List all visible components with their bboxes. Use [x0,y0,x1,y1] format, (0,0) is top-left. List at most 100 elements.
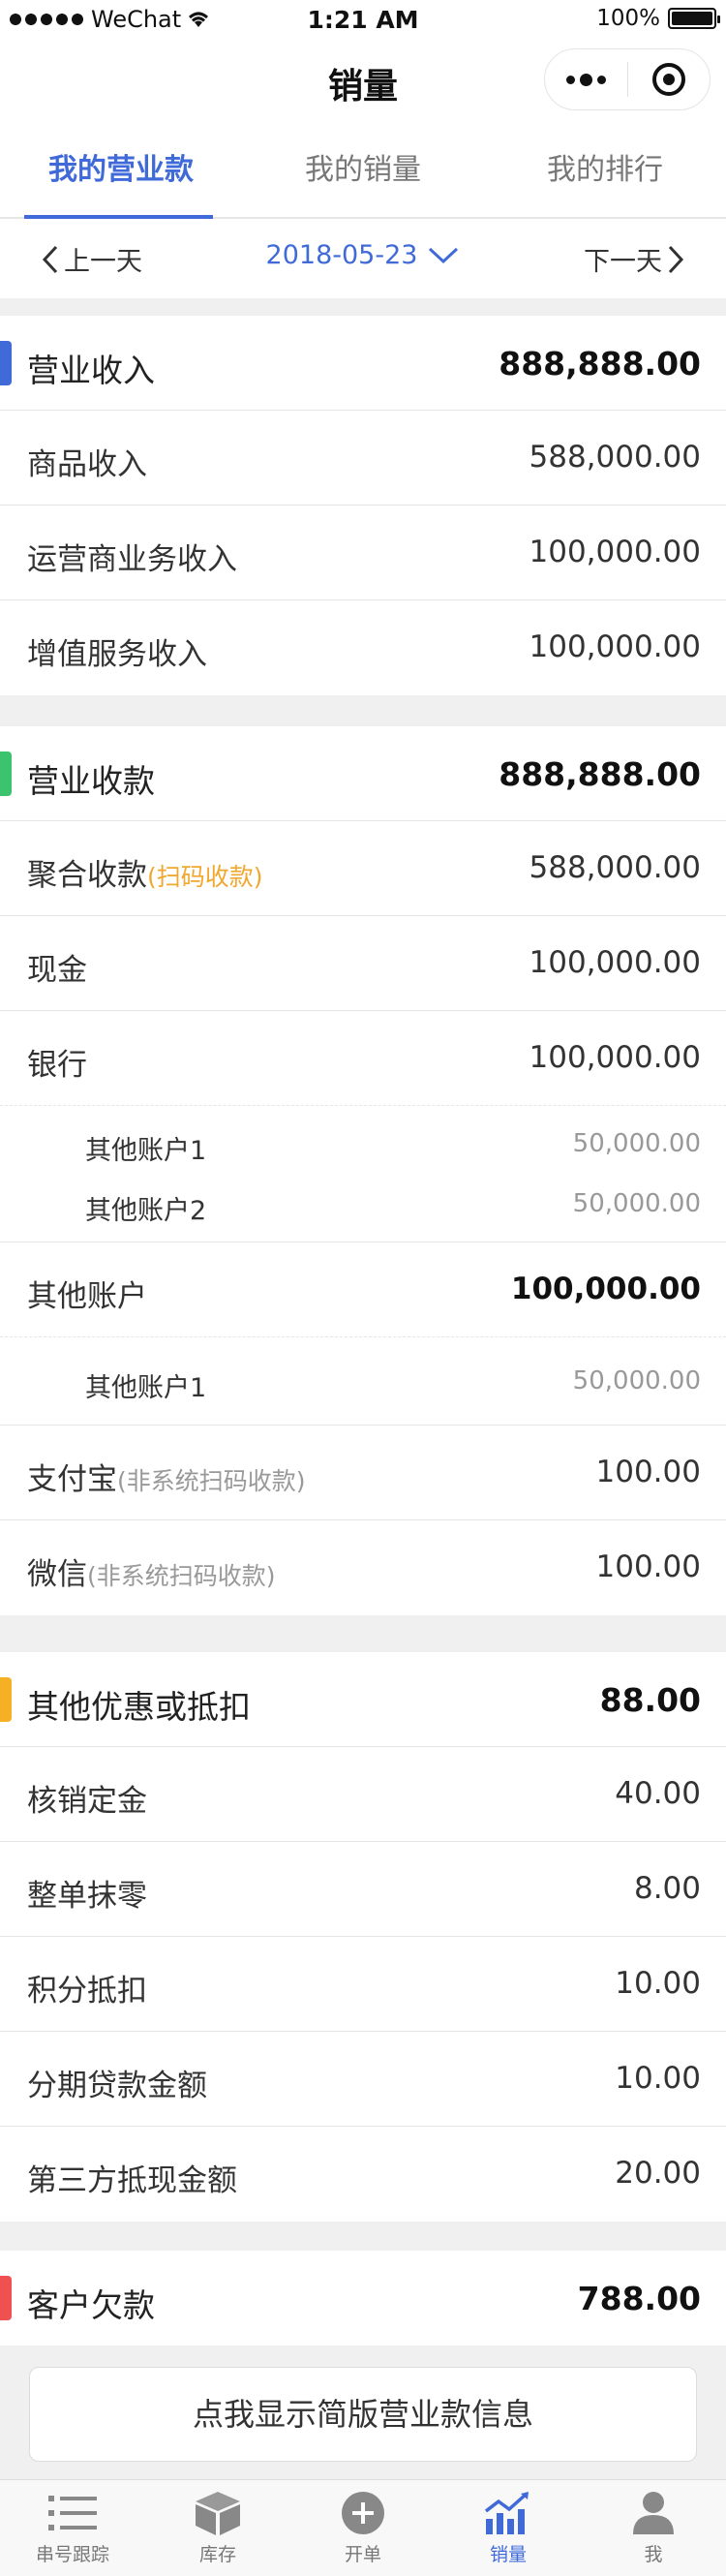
show-simple-button[interactable]: 点我显示简版营业款信息 [29,2367,697,2462]
juhe-note: (扫码收款) [147,863,263,891]
sub-row-label: 其他账户1 [85,1136,207,1166]
other-sub-accounts: 其他账户1 50,000.00 [0,1337,726,1426]
more-button[interactable] [545,73,627,86]
target-icon [651,63,685,96]
row-label: 分期贷款金额 [27,2069,207,2103]
tabbar-label: 串号跟踪 [35,2544,109,2565]
wechat-label: 微信 [27,1557,87,1592]
chevron-right-icon [668,245,684,273]
row-label: 增值服务收入 [27,637,207,672]
list-item: 积分抵扣 10.00 [0,1937,726,2032]
debt-header: 客户欠款 788.00 [0,2251,726,2346]
list-item: 整单抹零 8.00 [0,1842,726,1937]
tabbar-label: 销量 [489,2544,527,2565]
collection-title: 营业收款 [27,762,155,800]
row-value: 10.00 [615,2061,701,2096]
chart-icon [484,2492,529,2534]
list-item: 第三方抵现金额 20.00 [0,2127,726,2222]
tabbar-label: 库存 [198,2544,236,2565]
list-item: 支付宝(非系统扫码收款) 100.00 [0,1426,726,1520]
alipay-note: (非系统扫码收款) [117,1467,306,1495]
row-label: 积分抵扣 [27,1974,147,2009]
list-item: 分期贷款金额 10.00 [0,2032,726,2127]
row-label: 商品收入 [27,447,147,482]
collection-total: 888,888.00 [499,755,701,793]
list-item: 其他账户 100,000.00 [0,1242,726,1337]
row-label: 核销定金 [27,1784,147,1819]
list-item: 运营商业务收入 100,000.00 [0,506,726,600]
nav-bar: 销量 [0,39,726,124]
debt-color-bar [0,2276,12,2320]
tabbar-item-sales[interactable]: 销量 [436,2480,581,2576]
list-item: 商品收入 588,000.00 [0,411,726,506]
box-icon [196,2492,240,2535]
row-value: 100,000.00 [529,629,702,664]
bank-sub-accounts: 其他账户1 50,000.00 其他账户2 50,000.00 [0,1106,726,1242]
row-label: 银行 [27,1048,87,1083]
list-item: 微信(非系统扫码收款) 100.00 [0,1520,726,1615]
sub-list-item: 其他账户1 50,000.00 [0,1351,726,1411]
tabbar-item-inventory[interactable]: 库存 [145,2480,290,2576]
tab-my-revenue[interactable]: 我的营业款 [0,124,242,219]
list-item: 增值服务收入 100,000.00 [0,600,726,695]
next-day-button[interactable]: 下一天 [584,240,685,278]
row-label: 第三方抵现金额 [27,2163,237,2198]
row-value: 100,000.00 [529,1040,702,1075]
list-item: 银行 100,000.00 [0,1011,726,1106]
row-value: 20.00 [615,2156,701,2191]
person-icon [633,2492,674,2534]
row-value: 588,000.00 [529,440,702,475]
more-dots-icon [565,75,575,84]
tabbar-item-me[interactable]: 我 [581,2480,726,2576]
row-label: 运营商业务收入 [27,542,237,577]
date-picker[interactable]: 2018-05-23 [266,240,461,270]
sub-list-item: 其他账户1 50,000.00 [0,1114,726,1174]
revenue-header: 营业收入 888,888.00 [0,316,726,411]
row-value: 100.00 [595,1455,701,1489]
status-bar: WeChat 1:21 AM 100% [0,0,726,39]
row-value: 8.00 [633,1871,701,1906]
discount-total: 88.00 [599,1681,701,1719]
discount-color-bar [0,1677,12,1722]
tab-my-ranking[interactable]: 我的排行 [484,124,726,217]
debt-total: 788.00 [577,2280,701,2317]
top-tabs: 我的营业款 我的销量 我的排行 [0,124,726,219]
current-date: 2018-05-23 [265,240,418,270]
collection-header: 营业收款 888,888.00 [0,726,726,821]
close-miniprogram-button[interactable] [628,63,711,96]
sub-row-value: 50,000.00 [572,1366,701,1395]
tabbar-item-serial-tracking[interactable]: 串号跟踪 [0,2480,145,2576]
list-item: 聚合收款(扫码收款) 588,000.00 [0,821,726,916]
list-item: 核销定金 40.00 [0,1747,726,1842]
collection-section: 营业收款 888,888.00 聚合收款(扫码收款) 588,000.00 现金… [0,726,726,1615]
debt-title: 客户欠款 [27,2286,155,2324]
row-label: 其他账户 [27,1279,147,1314]
sub-list-item: 其他账户2 50,000.00 [0,1174,726,1234]
revenue-total: 888,888.00 [499,345,701,383]
sub-row-value: 50,000.00 [572,1189,701,1218]
revenue-title: 营业收入 [27,352,155,389]
mini-program-capsule [544,48,711,110]
list-icon [48,2496,97,2530]
collection-color-bar [0,751,12,796]
row-value: 100,000.00 [529,945,702,980]
list-item: 现金 100,000.00 [0,916,726,1011]
revenue-color-bar [0,341,12,385]
row-label: 微信(非系统扫码收款) [27,1549,276,1593]
debt-section: 客户欠款 788.00 [0,2251,726,2346]
tabbar-item-new-order[interactable]: 开单 [290,2480,436,2576]
discount-header: 其他优惠或抵扣 88.00 [0,1652,726,1747]
row-value: 100,000.00 [529,535,702,569]
tab-my-sales[interactable]: 我的销量 [242,124,484,217]
row-label: 支付宝(非系统扫码收款) [27,1455,306,1498]
chevron-down-icon [429,247,459,263]
tabbar-label: 开单 [344,2544,381,2565]
wechat-note: (非系统扫码收款) [87,1562,276,1590]
row-label: 聚合收款(扫码收款) [27,850,263,894]
revenue-section: 营业收入 888,888.00 商品收入 588,000.00 运营商业务收入 … [0,316,726,695]
sub-row-value: 50,000.00 [572,1129,701,1158]
row-value: 100,000.00 [510,1272,701,1306]
battery-percent: 100% [596,6,660,31]
juhe-label: 聚合收款 [27,858,147,893]
date-bar: 上一天 2018-05-23 下一天 [0,219,726,298]
